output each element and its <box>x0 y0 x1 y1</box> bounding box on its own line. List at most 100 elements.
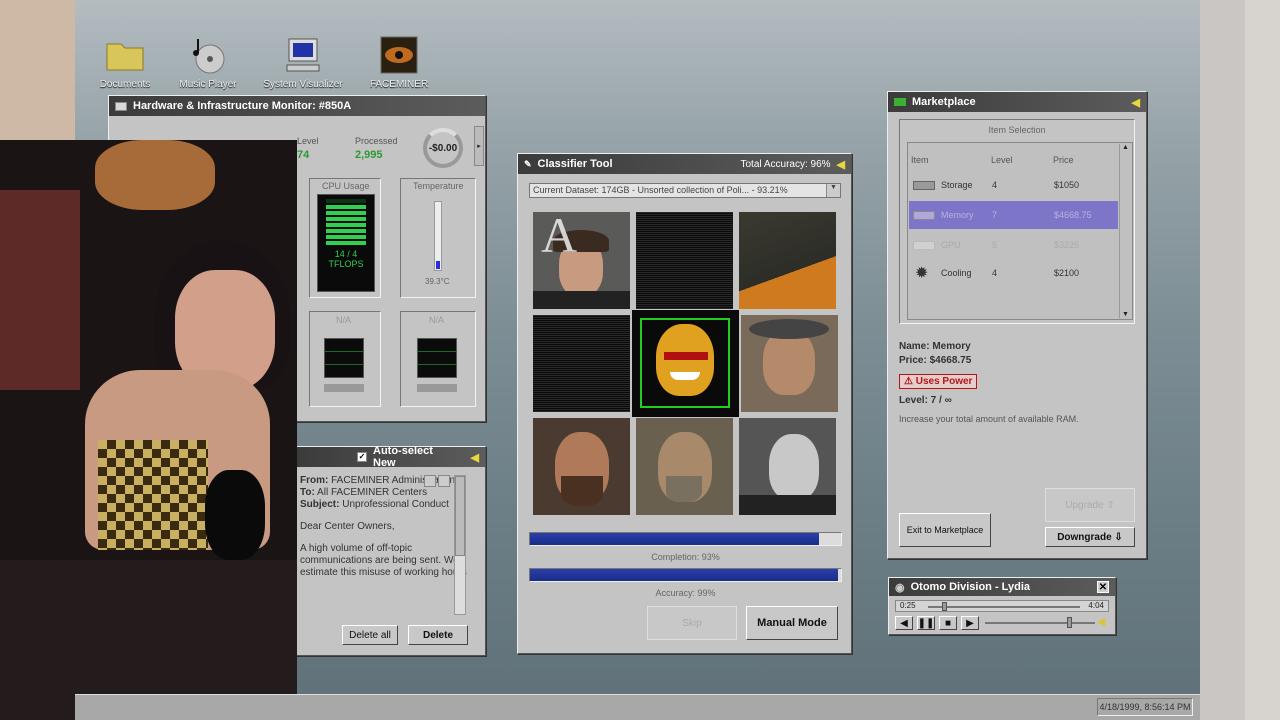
classifier-titlebar[interactable]: ✎ Classifier Tool Total Accuracy: 96% ◀ <box>518 154 851 174</box>
uses-power-badge: ⚠ Uses Power <box>899 374 978 389</box>
face-tile-8[interactable] <box>636 418 733 515</box>
na-grid-1 <box>324 338 364 378</box>
face-tile-1[interactable]: A <box>533 212 630 309</box>
chevron-down-icon[interactable]: ▼ <box>826 184 840 197</box>
faceminer-eye-icon <box>379 35 419 75</box>
speaker-icon[interactable]: ◀ <box>837 158 845 171</box>
level-value: 74 <box>297 149 310 161</box>
detail-level: Level: 7 / ∞ <box>899 395 952 406</box>
computer-icon <box>283 35 323 75</box>
marketplace-titlebar[interactable]: Marketplace ◀ <box>888 92 1146 112</box>
item-selection-label: Item Selection <box>988 125 1046 135</box>
overlay-letter: A <box>541 212 578 263</box>
dataset-select[interactable]: Current Dataset: 174GB - Unsorted collec… <box>529 183 841 198</box>
item-row-gpu[interactable]: GPU 5 $3225 <box>909 231 1118 259</box>
face-tile-9[interactable] <box>739 418 836 515</box>
volume-track[interactable] <box>985 617 1095 628</box>
seek-bar[interactable]: 0:25 4:04 <box>895 600 1109 612</box>
processed-value: 2,995 <box>355 149 383 161</box>
message-nav <box>424 475 450 487</box>
desktop-icon-system-visualizer[interactable]: System Visualizer <box>263 35 343 90</box>
face-tile-3[interactable] <box>739 212 836 309</box>
face-tile-6[interactable] <box>741 315 838 412</box>
speaker-icon[interactable]: ◀ <box>1132 96 1140 109</box>
desktop-icon-music-player[interactable]: Music Player <box>168 35 248 90</box>
cpu-label: CPU Usage <box>322 181 370 191</box>
na-bar <box>417 384 457 392</box>
item-price: $3225 <box>1054 240 1080 250</box>
thermometer-fill <box>436 260 440 269</box>
face-tile-2-corrupted[interactable] <box>636 212 733 309</box>
music-cd-icon: ◉ <box>895 581 905 594</box>
delete-all-button[interactable]: Delete all <box>342 625 398 645</box>
scroll-down-icon[interactable]: ▼ <box>1120 311 1131 318</box>
cpu-unit: TFLOPS <box>328 259 364 269</box>
elapsed-time: 0:25 <box>900 601 916 610</box>
item-name: Storage <box>941 180 973 190</box>
storage-icon <box>913 180 935 190</box>
stop-icon[interactable]: ■ <box>939 616 957 630</box>
auto-select-label: Auto-select New <box>373 445 433 469</box>
music-player-titlebar[interactable]: ◉ Otomo Division - Lydia ✕ <box>889 578 1115 596</box>
marketplace-window: Marketplace ◀ Item Selection Item Level P… <box>887 91 1147 559</box>
speaker-icon[interactable]: ◀ <box>471 451 479 464</box>
column-header-item: Item <box>911 155 929 165</box>
item-price: $1050 <box>1054 180 1080 190</box>
music-cd-icon <box>188 35 228 75</box>
completion-fill <box>530 533 820 545</box>
balance-value: -$0.00 <box>428 142 458 154</box>
grid-icon[interactable] <box>438 475 450 487</box>
delete-button[interactable]: Delete <box>408 625 468 645</box>
item-scrollbar[interactable]: ▲ ▼ <box>1119 144 1131 318</box>
pause-icon[interactable]: ❚❚ <box>917 616 935 630</box>
classifier-window: ✎ Classifier Tool Total Accuracy: 96% ◀ Cur… <box>517 153 852 654</box>
folder-icon <box>105 35 145 75</box>
item-price: $4668.75 <box>1054 210 1092 220</box>
na-bar <box>324 384 364 392</box>
microphone <box>205 470 265 560</box>
previous-icon[interactable]: ◀ <box>895 616 913 630</box>
item-row-cooling[interactable]: ✹ Cooling 4 $2100 <box>909 259 1118 287</box>
monitor-scroll-arrow[interactable]: ▸ <box>474 126 484 166</box>
temperature-panel: Temperature 39.3°C <box>400 178 476 298</box>
detail-name: Name: Memory <box>899 341 971 352</box>
cooling-fan-icon: ✹ <box>915 265 929 282</box>
volume-speaker-icon[interactable]: ◀ <box>1097 615 1105 628</box>
item-row-storage[interactable]: Storage 4 $1050 <box>909 171 1118 199</box>
total-accuracy: Total Accuracy: 96% <box>740 158 831 170</box>
item-row-memory[interactable]: Memory 7 $4668.75 <box>909 201 1118 229</box>
exit-to-marketplace-button[interactable]: Exit to Marketplace <box>899 513 991 547</box>
mail-titlebar[interactable]: ✓ Auto-select New ◀ <box>296 445 485 469</box>
accuracy-label: Accuracy: 99% <box>655 588 716 598</box>
na-label: N/A <box>336 315 352 325</box>
temperature-value: 39.3°C <box>425 277 450 286</box>
seek-handle[interactable] <box>941 602 947 611</box>
face-tile-7[interactable] <box>533 418 630 515</box>
memory-icon <box>913 210 935 220</box>
next-icon[interactable]: ▶ <box>961 616 979 630</box>
webcam-overlay <box>0 140 297 720</box>
skip-button[interactable]: Skip <box>647 606 737 640</box>
manual-mode-button[interactable]: Manual Mode <box>746 606 838 640</box>
face-tile-5-active[interactable] <box>632 310 739 417</box>
cpu-value: 14 / 4 <box>334 249 358 259</box>
seek-track <box>928 606 1080 608</box>
hardware-monitor-titlebar[interactable]: Hardware & Infrastructure Monitor: #850A <box>109 96 485 116</box>
upgrade-button[interactable]: Upgrade ⇧ <box>1045 488 1135 522</box>
column-header-price: Price <box>1053 155 1074 165</box>
face-tile-4-corrupted[interactable] <box>533 315 630 412</box>
auto-select-checkbox[interactable]: ✓ <box>357 452 367 462</box>
scroll-up-icon[interactable]: ▲ <box>1120 144 1131 151</box>
message-to: To: All FACEMINER Centers <box>300 487 428 498</box>
marketplace-app-icon <box>894 98 906 106</box>
detail-price: Price: $4668.75 <box>899 355 972 366</box>
message-scrollbar[interactable] <box>454 475 466 615</box>
downgrade-button[interactable]: Downgrade ⇩ <box>1045 527 1135 547</box>
item-price: $2100 <box>1054 268 1080 278</box>
close-icon[interactable]: ✕ <box>1097 581 1109 593</box>
volume-handle[interactable] <box>1066 617 1072 628</box>
list-icon[interactable] <box>424 475 436 487</box>
desktop-icon-documents[interactable]: Documents <box>85 35 165 90</box>
desktop-icon-faceminer[interactable]: FACEMINER <box>359 35 439 90</box>
item-name: Memory <box>941 210 974 220</box>
